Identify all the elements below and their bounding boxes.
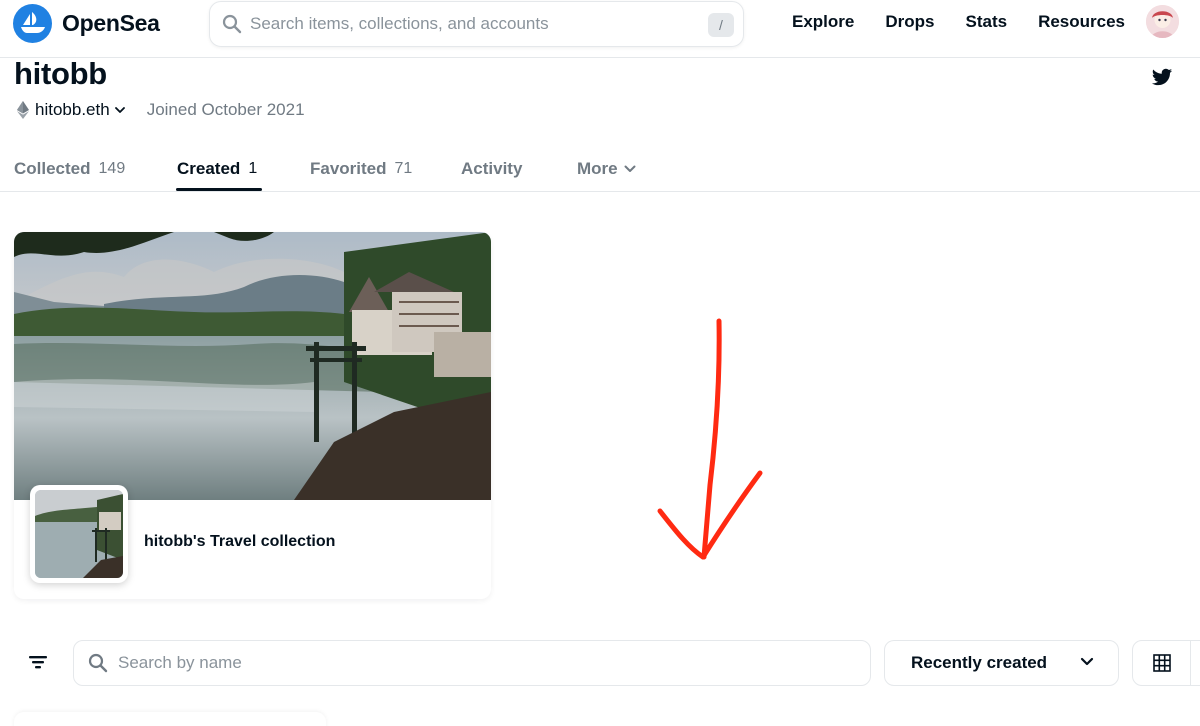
search-by-name-input[interactable] [118,653,838,673]
ethereum-icon [17,101,29,119]
collection-banner-image [14,232,491,500]
ens-dropdown[interactable]: hitobb.eth [17,100,125,120]
profile-meta: hitobb.eth Joined October 2021 [17,100,305,120]
grid-view-icon [1152,654,1171,672]
chevron-down-icon [114,106,125,113]
sort-dropdown[interactable]: Recently created [884,640,1119,686]
tab-label: Collected [14,159,91,178]
global-search-input[interactable] [250,14,690,34]
chevron-down-icon [1080,657,1094,666]
search-shortcut-key: / [708,13,734,37]
account-avatar[interactable] [1146,5,1179,38]
item-card-partial[interactable] [14,712,326,726]
view-mode-toggle [1132,640,1200,686]
chevron-down-icon [624,165,636,172]
collection-thumbnail [30,485,128,583]
profile-username: hitobb [14,56,107,91]
ens-name: hitobb.eth [35,100,110,119]
nav-resources[interactable]: Resources [1038,12,1125,32]
twitter-icon[interactable] [1151,66,1173,88]
profile-tabs: Collected 149 Created 1 Favorited 71 Act… [0,150,1200,192]
tab-count: 1 [248,160,258,177]
tab-created[interactable]: Created 1 [177,159,257,179]
collection-title: hitobb's Travel collection [144,533,336,550]
tab-more[interactable]: More [577,159,636,179]
search-by-name-box[interactable] [73,640,871,686]
grid-view-button[interactable] [1133,641,1191,685]
search-icon [222,14,242,34]
search-icon [88,653,108,673]
opensea-logo-link[interactable]: OpenSea [13,3,160,43]
top-navbar: OpenSea / Explore Drops Stats Resources [0,0,1200,58]
tab-label: Activity [461,159,523,178]
nav-stats[interactable]: Stats [965,12,1007,32]
filter-toggle-button[interactable] [22,646,54,678]
tab-collected[interactable]: Collected 149 [14,159,125,179]
filter-icon [29,656,47,669]
active-tab-indicator [176,188,262,191]
tab-count: 71 [394,160,413,177]
tab-favorited[interactable]: Favorited 71 [310,159,412,179]
nav-drops[interactable]: Drops [885,12,934,32]
global-search-box[interactable]: / [209,1,744,47]
tab-activity[interactable]: Activity [461,159,522,179]
collection-card[interactable]: hitobb's Travel collection [14,232,491,599]
tab-count: 149 [98,160,126,177]
brand-name: OpenSea [62,9,160,36]
opensea-ship-icon [13,3,52,43]
tab-label: Favorited [310,159,387,178]
annotation-arrow-icon [657,318,763,560]
nav-explore[interactable]: Explore [792,12,854,32]
sort-selected-label: Recently created [911,653,1048,672]
tab-label: Created [177,159,241,178]
joined-date: Joined October 2021 [146,100,305,119]
nav-links: Explore Drops Stats Resources [792,12,1156,32]
tab-label: More [577,159,618,178]
